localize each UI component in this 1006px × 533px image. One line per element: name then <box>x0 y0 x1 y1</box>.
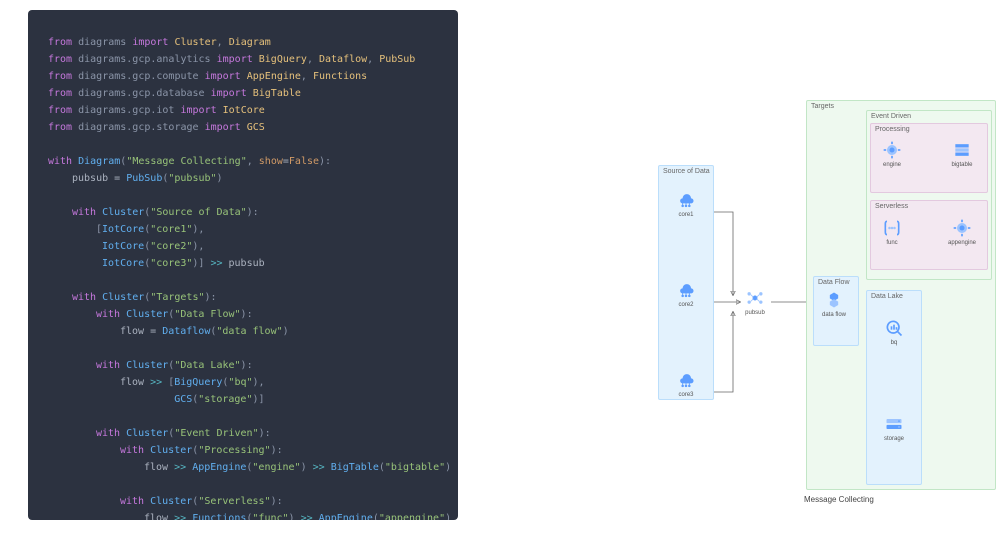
node-label: storage <box>884 436 904 442</box>
code-line: IotCore("core3")] >> pubsub <box>48 255 438 272</box>
code-line <box>48 136 438 153</box>
node-iotcore-core2: core2 <box>672 280 700 308</box>
diagram-title: Message Collecting <box>804 495 874 504</box>
node-bigtable: bigtable <box>948 140 976 168</box>
node-label: bq <box>891 340 898 346</box>
bigquery-icon <box>882 318 906 338</box>
code-panel: from diagrams import Cluster, Diagram fr… <box>28 10 458 520</box>
node-pubsub: pubsub <box>741 288 769 316</box>
node-label: pubsub <box>745 310 765 316</box>
node-label: data flow <box>822 312 846 318</box>
node-functions: func <box>878 218 906 246</box>
code-line: from diagrams import Cluster, Diagram <box>48 34 438 51</box>
cluster-label: Source of Data <box>663 168 710 175</box>
node-iotcore-core3: core3 <box>672 370 700 398</box>
code-line <box>48 476 438 493</box>
cluster-label: Serverless <box>875 203 908 210</box>
node-appengine-appengine: appengine <box>948 218 976 246</box>
node-gcs-storage: storage <box>880 414 908 442</box>
code-line <box>48 187 438 204</box>
code-line: with Cluster("Source of Data"): <box>48 204 438 221</box>
node-label: engine <box>883 162 901 168</box>
code-line: flow >> [BigQuery("bq"), <box>48 374 438 391</box>
code-line: IotCore("core2"), <box>48 238 438 255</box>
functions-icon <box>880 218 904 238</box>
code-line: with Cluster("Targets"): <box>48 289 438 306</box>
code-line: with Cluster("Event Driven"): <box>48 425 438 442</box>
code-line <box>48 408 438 425</box>
code-line: from diagrams.gcp.storage import GCS <box>48 119 438 136</box>
cluster-label: Data Flow <box>818 279 850 286</box>
storage-icon <box>882 414 906 434</box>
cluster-label: Targets <box>811 103 834 110</box>
node-label: core2 <box>678 302 693 308</box>
code-line: [IotCore("core1"), <box>48 221 438 238</box>
code-line: with Cluster("Serverless"): <box>48 493 438 510</box>
code-line: GCS("storage")] <box>48 391 438 408</box>
code-line <box>48 340 438 357</box>
cluster-label: Event Driven <box>871 113 911 120</box>
node-label: core3 <box>678 392 693 398</box>
node-label: func <box>886 240 897 246</box>
bigtable-icon <box>950 140 974 160</box>
node-bigquery: bq <box>880 318 908 346</box>
code-line: from diagrams.gcp.compute import AppEngi… <box>48 68 438 85</box>
pubsub-icon <box>743 288 767 308</box>
dataflow-icon <box>822 290 846 310</box>
code-line: with Cluster("Data Flow"): <box>48 306 438 323</box>
node-appengine-engine: engine <box>878 140 906 168</box>
node-dataflow: data flow <box>820 290 848 318</box>
code-line: from diagrams.gcp.analytics import BigQu… <box>48 51 438 68</box>
node-label: core1 <box>678 212 693 218</box>
iot-icon <box>674 370 698 390</box>
diagram-panel: Source of Data Targets Event Driven Proc… <box>458 0 1006 533</box>
code-line: with Cluster("Data Lake"): <box>48 357 438 374</box>
code-line: flow >> AppEngine("engine") >> BigTable(… <box>48 459 438 476</box>
code-line: with Diagram("Message Collecting", show=… <box>48 153 438 170</box>
node-label: appengine <box>948 240 976 246</box>
code-line: from diagrams.gcp.database import BigTab… <box>48 85 438 102</box>
code-line: pubsub = PubSub("pubsub") <box>48 170 438 187</box>
cluster-label: Data Lake <box>871 293 903 300</box>
node-iotcore-core1: core1 <box>672 190 700 218</box>
code-line: with Cluster("Processing"): <box>48 442 438 459</box>
cluster-label: Processing <box>875 126 910 133</box>
node-label: bigtable <box>951 162 972 168</box>
appengine-icon <box>880 140 904 160</box>
iot-icon <box>674 190 698 210</box>
code-line: flow >> Functions("func") >> AppEngine("… <box>48 510 438 520</box>
iot-icon <box>674 280 698 300</box>
appengine-icon <box>950 218 974 238</box>
code-line: from diagrams.gcp.iot import IotCore <box>48 102 438 119</box>
code-line <box>48 272 438 289</box>
code-line: flow = Dataflow("data flow") <box>48 323 438 340</box>
